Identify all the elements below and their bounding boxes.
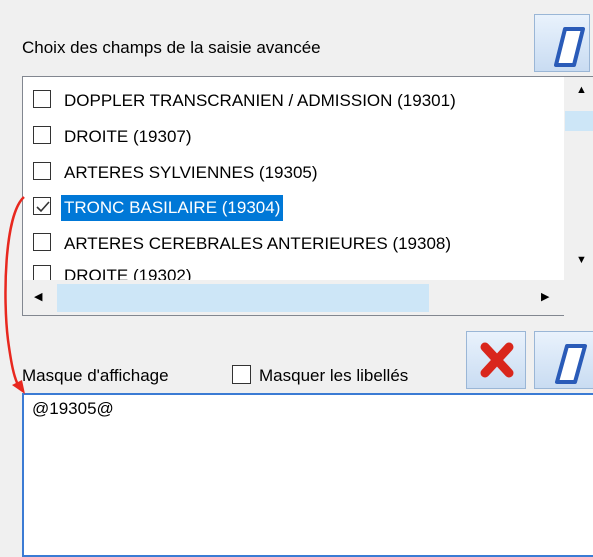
annotation-arrow-icon [4,196,25,394]
